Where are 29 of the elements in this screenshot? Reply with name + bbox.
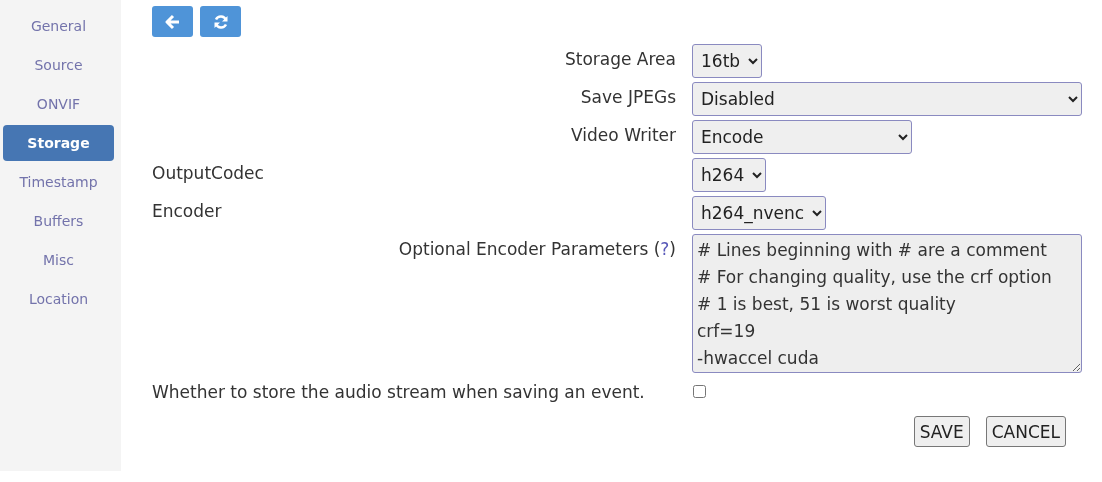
sidebar-item[interactable]: Buffers <box>3 203 114 239</box>
sidebar-item[interactable]: Storage <box>3 125 114 161</box>
back-arrow-icon <box>164 13 181 30</box>
field-label: OutputCodec <box>152 163 264 183</box>
dropdown[interactable]: 16tb <box>692 44 762 78</box>
sidebar-item[interactable]: Location <box>3 281 114 317</box>
field-label: Video Writer <box>571 125 676 145</box>
dropdown[interactable]: Encode <box>692 120 912 154</box>
field-label: Optional Encoder Parameters (?) <box>398 239 676 259</box>
dropdown[interactable]: h264 <box>692 158 766 192</box>
save-button[interactable]: SAVE <box>913 416 970 447</box>
back-button[interactable] <box>152 6 193 37</box>
sidebar-item[interactable]: General <box>3 8 114 44</box>
refresh-icon <box>212 13 229 30</box>
sidebar-item[interactable]: Source <box>3 47 114 83</box>
dropdown[interactable]: Disabled <box>692 82 1082 116</box>
field-label: Encoder <box>152 201 222 221</box>
cancel-button[interactable]: CANCEL <box>985 416 1066 447</box>
dropdown[interactable]: h264_nvenc <box>692 196 826 230</box>
field-label: Whether to store the audio stream when saving an event. <box>152 382 645 402</box>
text-area[interactable]: # Lines beginning with # are a comment # For changing quality, use the crf option # 1 is best, 51 is worst quality crf=19 -hwaccel cuda <box>692 234 1082 373</box>
sidebar-item[interactable]: ONVIF <box>3 86 114 122</box>
checkbox[interactable] <box>693 385 706 398</box>
field-label: Save JPEGs <box>580 87 676 107</box>
field-label: Storage Area <box>564 49 676 69</box>
sidebar-item[interactable]: Misc <box>3 242 114 278</box>
help-link[interactable]: ? <box>660 239 670 259</box>
refresh-button[interactable] <box>200 6 241 37</box>
sidebar-item[interactable]: Timestamp <box>3 164 114 200</box>
